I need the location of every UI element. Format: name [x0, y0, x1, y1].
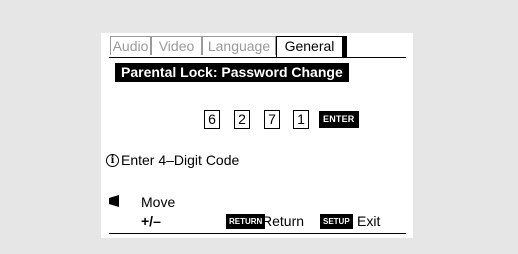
tab-general[interactable]: General [276, 36, 343, 57]
setup-key-badge[interactable]: SETUP [320, 214, 353, 229]
exit-label: Exit [357, 213, 381, 229]
left-arrow-icon [109, 195, 119, 207]
info-icon: i [106, 153, 119, 167]
return-label: Return [262, 213, 305, 229]
active-tab-shadow [343, 36, 347, 57]
info-text: Enter 4–Digit Code [121, 152, 240, 168]
code-digit-3[interactable]: 7 [264, 110, 280, 129]
tab-audio[interactable]: Audio [110, 36, 151, 55]
move-label: Move [141, 194, 176, 210]
code-digit-4[interactable]: 1 [293, 110, 309, 129]
tab-language[interactable]: Language [202, 36, 276, 55]
tabs-divider [109, 57, 406, 58]
code-digit-2[interactable]: 2 [234, 110, 250, 129]
panel-title: Parental Lock: Password Change [115, 63, 349, 82]
code-digit-1[interactable]: 6 [204, 110, 220, 129]
info-message: i Enter 4–Digit Code [106, 152, 239, 168]
tab-video[interactable]: Video [151, 36, 202, 55]
enter-button[interactable]: ENTER [319, 111, 359, 128]
bottom-divider [109, 233, 406, 234]
settings-screen: Audio Video Language General Parental Lo… [101, 33, 413, 238]
plus-minus-label: +/– [141, 213, 161, 229]
return-key-badge[interactable]: RETURN [226, 214, 266, 229]
